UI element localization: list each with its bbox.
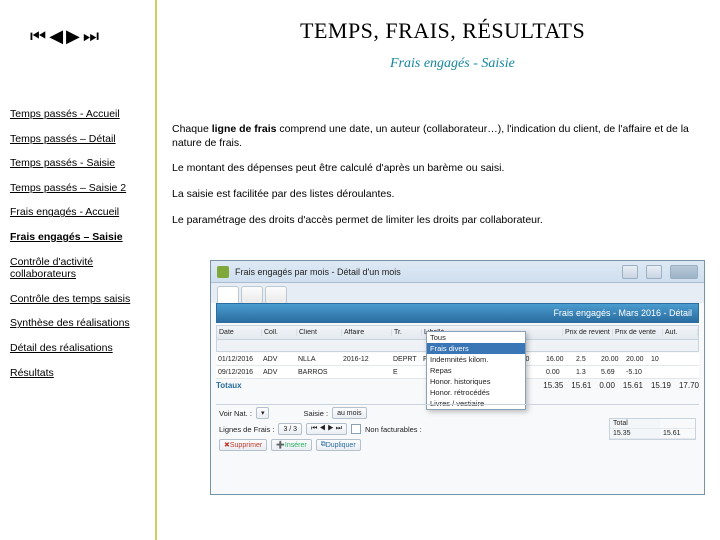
sidebar-item-1[interactable]: Temps passés – Détail [10, 133, 150, 146]
column-header[interactable]: Coll. [262, 329, 297, 336]
total-value: 15.35 [543, 381, 563, 390]
close-button[interactable] [670, 265, 698, 279]
sidebar-item-2[interactable]: Temps passés - Saisie [10, 157, 150, 170]
paragraph-3: La saisie est facilitée par des listes d… [172, 188, 697, 202]
column-header[interactable]: Prix de vente [613, 329, 663, 336]
tab-1[interactable] [217, 286, 239, 303]
next-icon[interactable]: ▶ [66, 27, 80, 45]
dropdown-item[interactable]: Honor. rétrocédés [427, 387, 525, 398]
lignes-label: Lignes de Frais : [219, 425, 274, 434]
column-header[interactable]: Date [217, 329, 262, 336]
last-icon[interactable]: ⏭ [83, 27, 99, 45]
app-footer: Voir Nat. : ▾ Saisie : au mois Lignes de… [216, 404, 699, 489]
app-titlebar: Frais engagés par mois - Détail d'un moi… [211, 261, 704, 283]
duplicate-button[interactable]: ⧉ Dupliquer [316, 439, 361, 451]
sidebar-item-7[interactable]: Contrôle des temps saisis [10, 293, 150, 306]
paragraph-1: Chaque ligne de frais comprend une date,… [172, 123, 697, 150]
sidebar-item-6[interactable]: Contrôle d'activité collaborateurs [10, 256, 150, 281]
paragraph-2: Le montant des dépenses peut être calcul… [172, 162, 697, 176]
nature-dropdown[interactable]: TousFrais diversIndemnités kilom.RepasHo… [426, 331, 526, 410]
total-value: 0.00 [599, 381, 615, 390]
saisie-label: Saisie : [303, 409, 328, 418]
sidebar-item-3[interactable]: Temps passés – Saisie 2 [10, 182, 150, 195]
totals-label: Totaux [216, 381, 242, 390]
column-header[interactable]: Client [297, 329, 342, 336]
dropdown-item[interactable]: Repas [427, 365, 525, 376]
dropdown-item[interactable]: Indemnités kilom. [427, 354, 525, 365]
main-content: Chaque ligne de frais comprend une date,… [172, 123, 697, 239]
minimize-button[interactable] [622, 265, 638, 279]
nonfact-checkbox[interactable] [351, 424, 361, 434]
lignes-counter: 3 / 3 [278, 423, 302, 435]
saisie-mode[interactable]: au mois [332, 407, 367, 419]
page-subtitle: Frais engagés - Saisie [390, 56, 515, 72]
nonfact-label: Non facturables : [365, 425, 422, 434]
tab-3[interactable] [265, 286, 287, 303]
total-value: 15.19 [651, 381, 671, 390]
app-icon [217, 266, 229, 278]
column-header[interactable]: Tr. [392, 329, 422, 336]
vertical-divider [155, 0, 157, 540]
voir-select[interactable]: ▾ [256, 407, 270, 419]
app-window-title: Frais engagés par mois - Détail d'un moi… [235, 267, 614, 277]
app-window: Frais engagés par mois - Détail d'un moi… [210, 260, 705, 495]
column-header[interactable]: Prix de revient [563, 329, 613, 336]
sidebar-item-10[interactable]: Résultats [10, 367, 150, 380]
sidebar-item-5[interactable]: Frais engagés – Saisie [10, 231, 150, 244]
total-value: 15.61 [623, 381, 643, 390]
page-title: TEMPS, FRAIS, RÉSULTATS [300, 18, 585, 44]
slide-nav: ⏮ ◀ ▶ ⏭ [30, 27, 99, 45]
paragraph-4: Le paramétrage des droits d'accès permet… [172, 214, 697, 228]
maximize-button[interactable] [646, 265, 662, 279]
tab-2[interactable] [241, 286, 263, 303]
sidebar-item-0[interactable]: Temps passés - Accueil [10, 108, 150, 121]
dropdown-item[interactable]: Frais divers [427, 343, 525, 354]
column-header[interactable]: Aut. [663, 329, 698, 336]
banner-title: Frais engagés - Mars 2016 - Détail [553, 308, 692, 318]
sidebar-item-4[interactable]: Frais engagés - Accueil [10, 206, 150, 219]
sidebar-item-9[interactable]: Détail des réalisations [10, 342, 150, 355]
sidebar-nav: Temps passés - Accueil Temps passés – Dét… [10, 108, 150, 379]
app-banner: Frais engagés - Mars 2016 - Détail [216, 303, 699, 323]
app-tabbar [211, 283, 704, 303]
insert-button[interactable]: ➕ Insérer [271, 439, 312, 451]
prev-icon[interactable]: ◀ [49, 27, 63, 45]
delete-button[interactable]: ✖ Supprimer [219, 439, 267, 451]
first-icon[interactable]: ⏮ [30, 27, 46, 45]
dropdown-item[interactable]: Honor. historiques [427, 376, 525, 387]
total-value: 17.70 [679, 381, 699, 390]
sidebar-item-8[interactable]: Synthèse des réalisations [10, 317, 150, 330]
dropdown-item[interactable]: Tous [427, 332, 525, 343]
voir-label: Voir Nat. : [219, 409, 252, 418]
total-value: 15.61 [571, 381, 591, 390]
column-header[interactable]: Affaire [342, 329, 392, 336]
summary-box: Total 15.3515.61 [609, 418, 696, 440]
lignes-nav[interactable]: ⏮ ◀ ▶ ⏭ [306, 423, 347, 435]
